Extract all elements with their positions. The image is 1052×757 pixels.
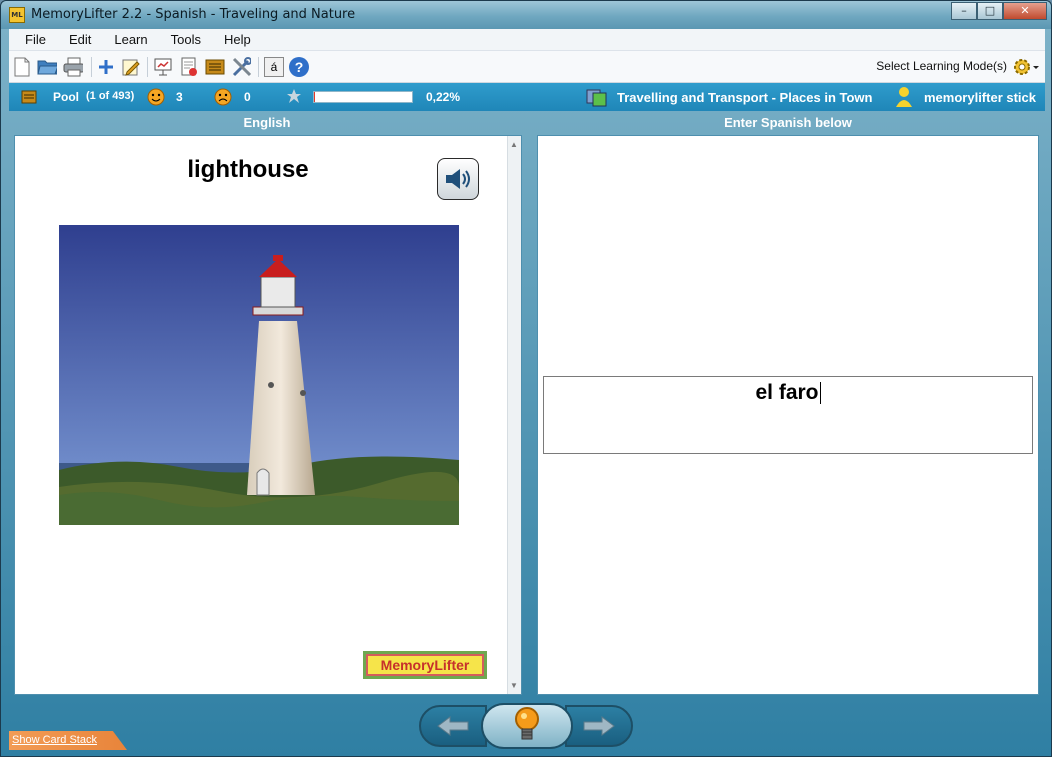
answer-input-value[interactable]: el faro bbox=[544, 381, 1032, 405]
smiley-sad-icon bbox=[214, 88, 232, 109]
answer-panel: el faro bbox=[537, 135, 1039, 695]
toolbar-separator bbox=[258, 57, 259, 77]
user-icon bbox=[895, 86, 913, 111]
title-bar: ML MemoryLifter 2.2 - Spanish - Travelin… bbox=[1, 1, 1051, 29]
chapter-name[interactable]: Travelling and Transport - Places in Tow… bbox=[617, 90, 872, 105]
progress-percent: 0,22% bbox=[426, 90, 461, 104]
bottom-navigation: Show Card Stack bbox=[9, 697, 1045, 754]
question-panel: lighthouse MemoryLifter ▲ ▼ bbox=[14, 135, 522, 695]
maximize-button[interactable]: □ bbox=[977, 2, 1003, 20]
speaker-icon bbox=[446, 169, 470, 189]
print-icon[interactable] bbox=[63, 57, 83, 77]
show-card-stack-link[interactable]: Show Card Stack bbox=[12, 734, 97, 746]
check-answer-button[interactable] bbox=[481, 703, 573, 749]
card-box-icon[interactable] bbox=[205, 57, 225, 77]
lightbulb-icon bbox=[515, 707, 539, 740]
window-controls: – □ ✕ bbox=[951, 2, 1047, 20]
question-scrollbar[interactable]: ▲ ▼ bbox=[507, 136, 521, 694]
menu-edit[interactable]: Edit bbox=[54, 32, 99, 47]
next-card-button[interactable] bbox=[565, 705, 633, 747]
star-icon bbox=[286, 88, 302, 107]
previous-card-button[interactable] bbox=[419, 705, 487, 747]
pool-count: (1 of 493) bbox=[86, 90, 135, 102]
application-window: ML MemoryLifter 2.2 - Spanish - Travelin… bbox=[0, 0, 1052, 757]
menu-bar: File Edit Learn Tools Help bbox=[9, 29, 1045, 51]
help-icon[interactable]: ? bbox=[289, 57, 309, 77]
pool-label: Pool bbox=[53, 90, 79, 104]
app-icon: ML bbox=[9, 7, 25, 23]
answer-header: Enter Spanish below bbox=[724, 115, 852, 130]
open-folder-icon[interactable] bbox=[37, 57, 57, 77]
scroll-up-icon[interactable]: ▲ bbox=[510, 140, 518, 149]
menu-file[interactable]: File bbox=[9, 32, 54, 47]
new-file-icon[interactable] bbox=[12, 57, 32, 77]
scroll-down-icon[interactable]: ▼ bbox=[510, 681, 518, 690]
minimize-button[interactable]: – bbox=[951, 2, 977, 20]
progress-bar bbox=[313, 91, 413, 103]
menu-help[interactable]: Help bbox=[209, 32, 259, 47]
menu-tools[interactable]: Tools bbox=[156, 32, 209, 47]
correct-count: 3 bbox=[176, 90, 183, 104]
pool-box-icon bbox=[21, 89, 37, 108]
window-title: MemoryLifter 2.2 - Spanish - Traveling a… bbox=[31, 7, 356, 22]
settings-tools-icon[interactable] bbox=[231, 57, 251, 77]
lighthouse-photo bbox=[59, 225, 459, 525]
toolbar-separator bbox=[91, 57, 92, 77]
close-button[interactable]: ✕ bbox=[1003, 2, 1047, 20]
memorylifter-logo: MemoryLifter bbox=[363, 651, 487, 679]
toolbar: á ? Select Learning Mode(s) bbox=[9, 51, 1045, 83]
special-character-icon[interactable]: á bbox=[264, 57, 284, 77]
presentation-icon[interactable] bbox=[153, 57, 173, 77]
toolbar-separator bbox=[147, 57, 148, 77]
menu-learn[interactable]: Learn bbox=[99, 32, 155, 47]
arrow-right-icon bbox=[583, 716, 615, 736]
question-header: English bbox=[243, 115, 291, 130]
gear-icon[interactable] bbox=[1011, 56, 1039, 78]
arrow-left-icon bbox=[437, 716, 469, 736]
chapter-icon bbox=[586, 87, 608, 110]
user-name: memorylifter stick bbox=[924, 90, 1036, 105]
learning-mode-label[interactable]: Select Learning Mode(s) bbox=[876, 59, 1007, 73]
add-card-icon[interactable] bbox=[96, 57, 116, 77]
play-audio-button[interactable] bbox=[437, 158, 479, 200]
question-word: lighthouse bbox=[187, 156, 309, 183]
answer-text: el faro bbox=[755, 381, 819, 404]
statistics-icon[interactable] bbox=[179, 57, 199, 77]
smiley-happy-icon bbox=[147, 88, 165, 109]
edit-card-icon[interactable] bbox=[121, 57, 141, 77]
wrong-count: 0 bbox=[244, 90, 251, 104]
show-card-stack-tab[interactable]: Show Card Stack bbox=[9, 731, 127, 750]
answer-input[interactable]: el faro bbox=[543, 376, 1033, 454]
text-caret bbox=[819, 382, 821, 405]
status-bar: Pool (1 of 493) 3 0 0,22% Travelling and… bbox=[9, 83, 1045, 111]
